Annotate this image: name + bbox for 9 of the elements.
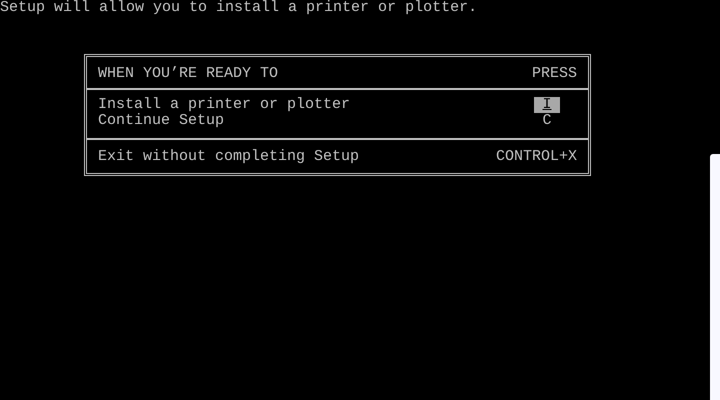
- column-heading: PRESS: [532, 66, 577, 82]
- option-label[interactable]: Install a printer or plotter: [98, 97, 350, 113]
- key-hint[interactable]: I: [534, 97, 560, 113]
- key-hint: CONTROL+X: [496, 149, 577, 165]
- key-hint[interactable]: C: [534, 113, 560, 129]
- column-heading: WHEN YOU’RE READY TO: [98, 66, 278, 82]
- intro-text: Setup will allow you to install a printer or plotter.: [0, 0, 478, 16]
- option-label[interactable]: Continue Setup: [98, 113, 224, 129]
- option-label[interactable]: Exit without completing Setup: [98, 149, 360, 165]
